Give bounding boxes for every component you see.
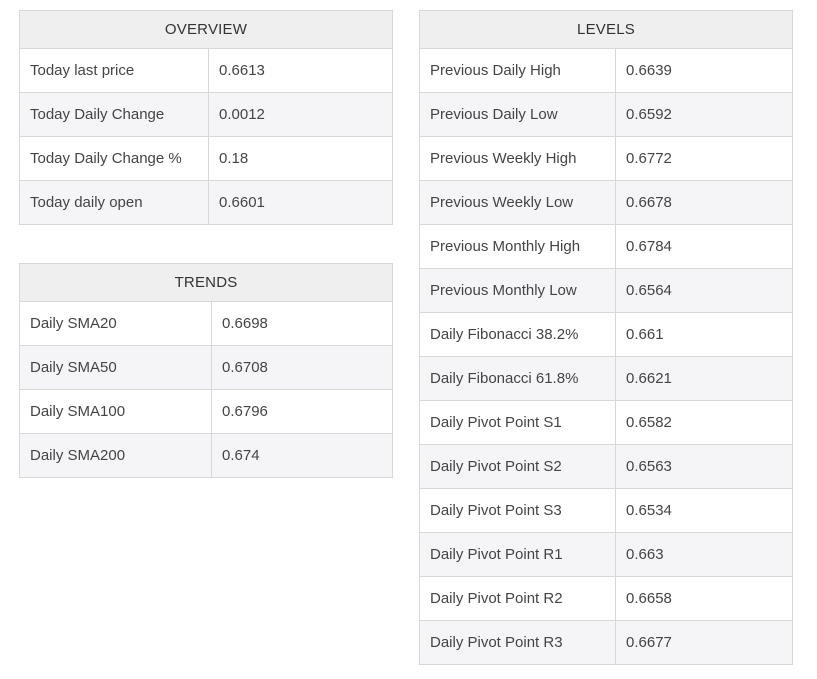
row-label: Previous Monthly Low — [419, 268, 616, 313]
table-row: Daily Pivot Point S1 0.6582 — [419, 400, 793, 445]
levels-table: LEVELS Previous Daily High 0.6639 Previo… — [419, 10, 793, 665]
row-label: Today Daily Change — [19, 92, 209, 137]
table-row: Daily SMA200 0.674 — [19, 433, 393, 478]
row-value: 0.0012 — [208, 92, 393, 137]
table-row: Daily SMA100 0.6796 — [19, 389, 393, 434]
row-value: 0.661 — [615, 312, 793, 357]
row-label: Daily Pivot Point S1 — [419, 400, 616, 445]
table-row: Daily SMA50 0.6708 — [19, 345, 393, 390]
row-label: Daily Pivot Point S3 — [419, 488, 616, 533]
overview-header-row: OVERVIEW — [19, 10, 393, 49]
table-row: Daily Pivot Point R3 0.6677 — [419, 620, 793, 665]
row-value: 0.674 — [211, 433, 393, 478]
table-row: Today last price 0.6613 — [19, 48, 393, 93]
row-value: 0.6796 — [211, 389, 393, 434]
levels-header-row: LEVELS — [419, 10, 793, 49]
trends-header-row: TRENDS — [19, 263, 393, 302]
row-value: 0.6582 — [615, 400, 793, 445]
row-label: Daily Pivot Point R1 — [419, 532, 616, 577]
table-row: Today daily open 0.6601 — [19, 180, 393, 225]
row-label: Daily Pivot Point S2 — [419, 444, 616, 489]
table-row: Daily Pivot Point S3 0.6534 — [419, 488, 793, 533]
table-row: Previous Monthly High 0.6784 — [419, 224, 793, 269]
row-value: 0.6613 — [208, 48, 393, 93]
row-label: Daily SMA200 — [19, 433, 212, 478]
row-value: 0.6592 — [615, 92, 793, 137]
row-label: Daily SMA20 — [19, 301, 212, 346]
row-value: 0.6784 — [615, 224, 793, 269]
table-row: Daily Fibonacci 61.8% 0.6621 — [419, 356, 793, 401]
table-row: Daily Pivot Point R2 0.6658 — [419, 576, 793, 621]
row-label: Daily SMA100 — [19, 389, 212, 434]
trends-title: TRENDS — [19, 263, 393, 302]
row-value: 0.6708 — [211, 345, 393, 390]
row-value: 0.6564 — [615, 268, 793, 313]
table-row: Previous Weekly High 0.6772 — [419, 136, 793, 181]
row-value: 0.6639 — [615, 48, 793, 93]
row-label: Daily Fibonacci 38.2% — [419, 312, 616, 357]
row-value: 0.6677 — [615, 620, 793, 665]
row-label: Previous Monthly High — [419, 224, 616, 269]
row-label: Daily SMA50 — [19, 345, 212, 390]
table-row: Previous Daily High 0.6639 — [419, 48, 793, 93]
row-label: Daily Fibonacci 61.8% — [419, 356, 616, 401]
row-value: 0.6678 — [615, 180, 793, 225]
row-value: 0.6534 — [615, 488, 793, 533]
levels-title: LEVELS — [419, 10, 793, 49]
row-value: 0.6772 — [615, 136, 793, 181]
row-value: 0.6698 — [211, 301, 393, 346]
table-row: Daily SMA20 0.6698 — [19, 301, 393, 346]
row-value: 0.663 — [615, 532, 793, 577]
row-value: 0.6601 — [208, 180, 393, 225]
overview-title: OVERVIEW — [19, 10, 393, 49]
row-label: Today last price — [19, 48, 209, 93]
table-row: Today Daily Change % 0.18 — [19, 136, 393, 181]
table-row: Daily Fibonacci 38.2% 0.661 — [419, 312, 793, 357]
row-value: 0.6563 — [615, 444, 793, 489]
row-label: Previous Daily Low — [419, 92, 616, 137]
row-value: 0.18 — [208, 136, 393, 181]
row-label: Previous Daily High — [419, 48, 616, 93]
overview-table: OVERVIEW Today last price 0.6613 Today D… — [19, 10, 393, 225]
row-label: Today Daily Change % — [19, 136, 209, 181]
table-row: Previous Daily Low 0.6592 — [419, 92, 793, 137]
row-label: Previous Weekly High — [419, 136, 616, 181]
row-label: Daily Pivot Point R2 — [419, 576, 616, 621]
row-value: 0.6658 — [615, 576, 793, 621]
table-row: Daily Pivot Point S2 0.6563 — [419, 444, 793, 489]
table-row: Today Daily Change 0.0012 — [19, 92, 393, 137]
table-row: Daily Pivot Point R1 0.663 — [419, 532, 793, 577]
row-label: Today daily open — [19, 180, 209, 225]
row-label: Daily Pivot Point R3 — [419, 620, 616, 665]
table-row: Previous Weekly Low 0.6678 — [419, 180, 793, 225]
row-label: Previous Weekly Low — [419, 180, 616, 225]
row-value: 0.6621 — [615, 356, 793, 401]
table-row: Previous Monthly Low 0.6564 — [419, 268, 793, 313]
trends-table: TRENDS Daily SMA20 0.6698 Daily SMA50 0.… — [19, 263, 393, 478]
